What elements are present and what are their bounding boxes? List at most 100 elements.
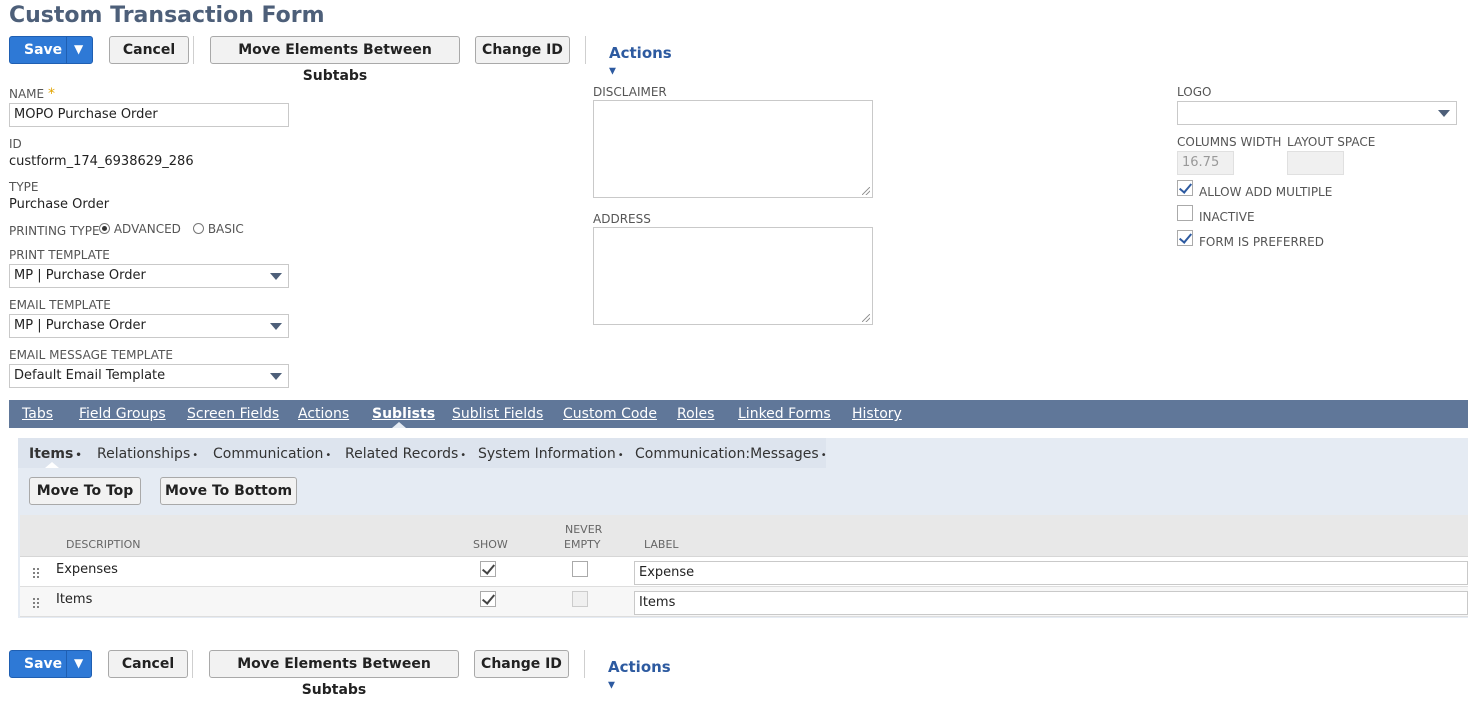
cancel-button[interactable]: Cancel [108, 650, 188, 678]
printing-type-label: PRINTING TYPE [9, 224, 100, 238]
email-message-template-value: Default Email Template [14, 368, 166, 383]
tab-tabs[interactable]: Tabs [22, 406, 53, 422]
actions-menu[interactable]: Actions ▼ [609, 44, 672, 80]
columns-width-input[interactable]: 16.75 [1177, 151, 1234, 175]
radio-advanced[interactable] [99, 223, 110, 234]
drag-handle-icon[interactable] [32, 597, 40, 609]
row-label-input[interactable]: Expense [634, 561, 1468, 585]
radio-basic[interactable] [193, 223, 204, 234]
row-label-input[interactable]: Items [634, 591, 1468, 615]
tab-history[interactable]: History [852, 406, 902, 422]
resize-grip-icon[interactable] [862, 187, 870, 195]
tab-custom-code[interactable]: Custom Code [563, 406, 657, 422]
save-dropdown-icon[interactable]: ▼ [74, 42, 83, 56]
tab-field-groups[interactable]: Field Groups [79, 406, 166, 422]
move-to-bottom-button[interactable]: Move To Bottom [160, 477, 297, 505]
sublists-table: DESCRIPTION SHOW NEVER EMPTY LABEL Expen… [20, 515, 1468, 619]
subtab-items[interactable]: Items • [29, 446, 82, 462]
form-is-preferred-checkbox[interactable] [1177, 230, 1193, 246]
id-value: custform_174_6938629_286 [9, 154, 194, 169]
subtab-items-label: Items [29, 446, 74, 462]
subtab-related-records[interactable]: Related Records • [345, 446, 466, 462]
save-dropdown-icon[interactable]: ▼ [74, 656, 83, 670]
id-label: ID [9, 137, 22, 151]
subtabs-bar: Items • Relationships • Communication • Rel… [18, 438, 827, 468]
email-message-template-label: EMAIL MESSAGE TEMPLATE [9, 348, 173, 362]
inactive-label: INACTIVE [1199, 210, 1255, 224]
caret-down-icon: ▼ [609, 66, 616, 77]
tab-sublist-fields[interactable]: Sublist Fields [452, 406, 543, 422]
subtab-communication[interactable]: Communication • [213, 446, 331, 462]
required-icon: * [47, 86, 55, 102]
allow-add-multiple-checkbox[interactable] [1177, 180, 1193, 196]
col-show: SHOW [473, 538, 508, 551]
table-row: Expenses Expense [20, 557, 1468, 587]
save-button[interactable]: Save ▼ [9, 36, 93, 64]
subtab-system-information-label: System Information [478, 446, 616, 462]
show-checkbox[interactable] [480, 561, 496, 577]
layout-space-label: LAYOUT SPACE [1287, 135, 1376, 149]
email-template-select[interactable]: MP | Purchase Order [9, 314, 289, 338]
address-label: ADDRESS [593, 212, 651, 226]
logo-select[interactable] [1177, 101, 1457, 125]
printing-type-advanced[interactable]: ADVANCED [99, 222, 181, 236]
logo-label: LOGO [1177, 85, 1212, 99]
name-label-text: NAME [9, 87, 45, 101]
move-elements-button[interactable]: Move Elements Between Subtabs [210, 36, 460, 84]
caret-down-icon: ▼ [608, 680, 615, 691]
col-description: DESCRIPTION [66, 538, 141, 551]
tab-sublists[interactable]: Sublists [372, 406, 435, 422]
toolbar-divider [193, 36, 194, 64]
move-elements-button[interactable]: Move Elements Between Subtabs [209, 650, 459, 698]
allow-add-multiple-label: ALLOW ADD MULTIPLE [1199, 185, 1333, 199]
address-textarea[interactable] [593, 227, 873, 325]
table-header: DESCRIPTION SHOW NEVER EMPTY LABEL [20, 515, 1468, 557]
bullet-icon: • [192, 450, 199, 461]
email-template-value: MP | Purchase Order [14, 318, 146, 333]
tab-linked-forms[interactable]: Linked Forms [738, 406, 831, 422]
resize-grip-icon[interactable] [862, 314, 870, 322]
change-id-button[interactable]: Change ID [474, 650, 569, 678]
dropdown-arrow-icon [270, 373, 282, 380]
bullet-icon: • [325, 450, 332, 461]
show-checkbox[interactable] [480, 591, 496, 607]
subtab-communication-messages[interactable]: Communication:Messages • [635, 446, 827, 462]
save-button[interactable]: Save ▼ [9, 650, 92, 678]
never-empty-checkbox[interactable] [572, 561, 588, 577]
tab-actions[interactable]: Actions [298, 406, 349, 422]
toolbar-divider [584, 650, 585, 678]
toolbar-divider [192, 650, 193, 678]
drag-handle-icon[interactable] [32, 567, 40, 579]
active-subtab-pointer [45, 462, 59, 468]
email-message-template-select[interactable]: Default Email Template [9, 364, 289, 388]
subtab-communication-label: Communication [213, 446, 324, 462]
move-to-top-button[interactable]: Move To Top [29, 477, 141, 505]
subtab-communication-messages-label: Communication:Messages [635, 446, 819, 462]
bullet-icon: • [617, 450, 624, 461]
subtab-related-records-label: Related Records [345, 446, 459, 462]
subtab-relationships[interactable]: Relationships • [97, 446, 198, 462]
basic-label: BASIC [207, 222, 244, 236]
layout-space-input[interactable] [1287, 151, 1344, 175]
tab-roles[interactable]: Roles [677, 406, 714, 422]
dropdown-arrow-icon [270, 273, 282, 280]
columns-width-label: COLUMNS WIDTH [1177, 135, 1282, 149]
actions-menu[interactable]: Actions ▼ [608, 658, 671, 694]
print-template-label: PRINT TEMPLATE [9, 248, 110, 262]
col-label: LABEL [644, 538, 679, 551]
save-split-divider [66, 37, 67, 63]
subtab-relationships-label: Relationships [97, 446, 191, 462]
name-input[interactable]: MOPO Purchase Order [9, 103, 289, 127]
actions-label: Actions [609, 44, 672, 62]
disclaimer-textarea[interactable] [593, 100, 873, 198]
subtab-system-information[interactable]: System Information • [478, 446, 624, 462]
tab-screen-fields[interactable]: Screen Fields [187, 406, 279, 422]
cancel-button[interactable]: Cancel [109, 36, 189, 64]
printing-type-basic[interactable]: BASIC [193, 222, 244, 236]
inactive-checkbox[interactable] [1177, 205, 1193, 221]
row-description: Expenses [56, 562, 118, 577]
print-template-select[interactable]: MP | Purchase Order [9, 264, 289, 288]
advanced-label: ADVANCED [113, 222, 181, 236]
print-template-value: MP | Purchase Order [14, 268, 146, 283]
change-id-button[interactable]: Change ID [475, 36, 570, 64]
